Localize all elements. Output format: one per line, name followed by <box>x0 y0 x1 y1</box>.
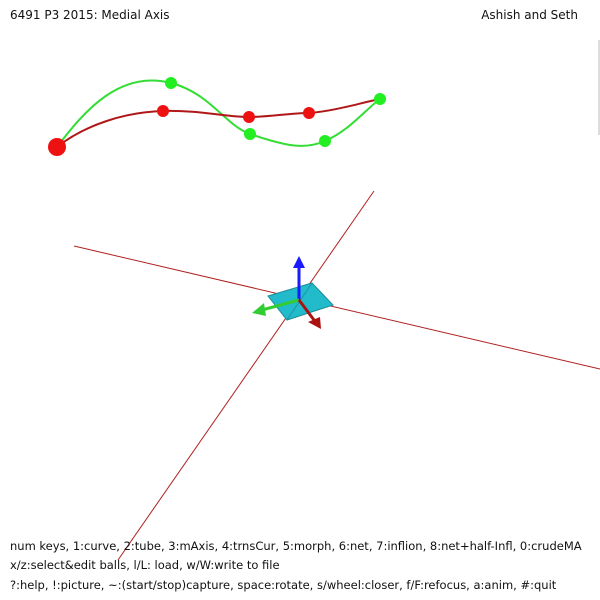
axis-line-diagonal-2 <box>117 190 375 561</box>
axis-line-diagonal-1 <box>73 245 600 370</box>
red-ball-start[interactable] <box>48 138 66 156</box>
help-text-controls: ?:help, !:picture, ~:(start/stop)capture… <box>10 578 557 592</box>
help-text-edit: x/z:select&edit balls, l/L: load, w/W:wr… <box>10 558 280 572</box>
3d-viewport[interactable] <box>0 0 600 600</box>
red-ball[interactable] <box>303 107 315 119</box>
help-text-keys: num keys, 1:curve, 2:tube, 3:mAxis, 4:tr… <box>10 539 582 553</box>
green-ball-end[interactable] <box>374 93 386 105</box>
green-ball[interactable] <box>244 128 256 140</box>
green-ball[interactable] <box>165 77 177 89</box>
red-ball[interactable] <box>243 111 255 123</box>
green-ball[interactable] <box>319 135 331 147</box>
red-ball[interactable] <box>157 105 169 117</box>
red-curve <box>56 98 381 148</box>
